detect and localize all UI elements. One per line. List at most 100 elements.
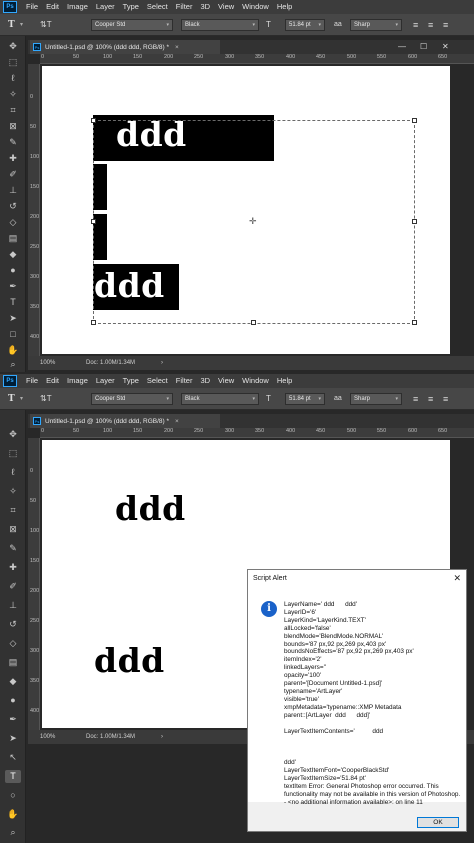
- path-select-tool-icon[interactable]: ➤: [5, 312, 21, 325]
- hand-tool-icon[interactable]: ✋: [5, 808, 21, 821]
- document-tab[interactable]: Ps Untitled-1.psd @ 100% (ddd ddd, RGB/8…: [30, 414, 220, 428]
- align-left-icon[interactable]: ≡: [413, 393, 418, 405]
- pen-tool-icon[interactable]: ✒: [5, 280, 21, 293]
- transform-handle[interactable]: [412, 219, 417, 224]
- font-size-select[interactable]: 51.84 pt ▾: [285, 393, 325, 405]
- text-layer-line-2[interactable]: ddd: [94, 644, 165, 677]
- dodge-tool-icon[interactable]: ●: [5, 264, 21, 277]
- menu-file[interactable]: File: [22, 374, 42, 388]
- font-style-select[interactable]: Black ▾: [181, 19, 259, 31]
- preset-caret-icon[interactable]: ▾: [20, 393, 23, 405]
- crop-tool-icon[interactable]: ⌗: [5, 104, 21, 117]
- menu-filter[interactable]: Filter: [172, 0, 197, 14]
- dialog-title-bar[interactable]: Script Alert ✕: [248, 570, 466, 587]
- menu-filter[interactable]: Filter: [172, 374, 197, 388]
- menu-help[interactable]: Help: [273, 374, 296, 388]
- align-center-icon[interactable]: ≡: [428, 19, 433, 31]
- text-orientation-icon[interactable]: ⇅T: [40, 393, 52, 405]
- status-arrow-icon[interactable]: ›: [161, 356, 163, 370]
- antialias-select[interactable]: Sharp ▾: [350, 393, 402, 405]
- brush-tool-icon[interactable]: ✐: [5, 168, 21, 181]
- menu-window[interactable]: Window: [238, 0, 273, 14]
- document-tab[interactable]: Ps Untitled-1.psd @ 100% (ddd ddd, RGB/8…: [30, 40, 220, 54]
- marquee-tool-icon[interactable]: ⬚: [5, 56, 21, 69]
- gradient-tool-icon[interactable]: ▤: [5, 656, 21, 669]
- history-brush-tool-icon[interactable]: ↺: [5, 618, 21, 631]
- align-right-icon[interactable]: ≡: [443, 393, 448, 405]
- gradient-tool-icon[interactable]: ▤: [5, 232, 21, 245]
- menu-view[interactable]: View: [214, 0, 238, 14]
- move-tool-icon[interactable]: ✥: [5, 428, 21, 441]
- menu-type[interactable]: Type: [119, 374, 143, 388]
- close-window-icon[interactable]: ✕: [442, 42, 449, 51]
- menu-select[interactable]: Select: [143, 374, 172, 388]
- text-layer-line-1[interactable]: ddd: [115, 492, 186, 525]
- minimize-icon[interactable]: —: [398, 42, 406, 51]
- eyedropper-tool-icon[interactable]: ✎: [5, 136, 21, 149]
- transform-handle[interactable]: [91, 118, 96, 123]
- healing-tool-icon[interactable]: ✚: [5, 152, 21, 165]
- text-orientation-icon[interactable]: ⇅T: [40, 19, 52, 31]
- transform-handle[interactable]: [412, 118, 417, 123]
- align-left-icon[interactable]: ≡: [413, 19, 418, 31]
- eraser-tool-icon[interactable]: ◇: [5, 637, 21, 650]
- eyedropper-tool-icon[interactable]: ✎: [5, 542, 21, 555]
- close-tab-icon[interactable]: ×: [175, 44, 179, 51]
- shape-tool-icon[interactable]: ○: [5, 789, 21, 802]
- menu-layer[interactable]: Layer: [92, 0, 119, 14]
- move-tool-icon[interactable]: ✥: [5, 40, 21, 53]
- font-family-select[interactable]: Cooper Std ▾: [91, 393, 173, 405]
- menu-file[interactable]: File: [22, 0, 42, 14]
- menu-edit[interactable]: Edit: [42, 374, 63, 388]
- healing-tool-icon[interactable]: ✚: [5, 561, 21, 574]
- dodge-tool-icon[interactable]: ●: [5, 694, 21, 707]
- menu-image[interactable]: Image: [63, 0, 92, 14]
- zoom-tool-icon[interactable]: ⌕: [5, 826, 21, 839]
- lasso-tool-icon[interactable]: ℓ: [5, 466, 21, 479]
- font-family-select[interactable]: Cooper Std ▾: [91, 19, 173, 31]
- align-right-icon[interactable]: ≡: [443, 19, 448, 31]
- type-tool-preset-icon[interactable]: T: [8, 19, 15, 31]
- menu-view[interactable]: View: [214, 374, 238, 388]
- path-select-tool-icon[interactable]: ➤: [5, 732, 21, 745]
- brush-tool-icon[interactable]: ✐: [5, 580, 21, 593]
- font-style-select[interactable]: Black ▾: [181, 393, 259, 405]
- marquee-tool-icon[interactable]: ⬚: [5, 447, 21, 460]
- maximize-icon[interactable]: ☐: [420, 42, 427, 51]
- lasso-tool-icon[interactable]: ℓ: [5, 72, 21, 85]
- magic-wand-tool-icon[interactable]: ✧: [5, 88, 21, 101]
- menu-edit[interactable]: Edit: [42, 0, 63, 14]
- menu-type[interactable]: Type: [119, 0, 143, 14]
- eraser-tool-icon[interactable]: ◇: [5, 216, 21, 229]
- menu-image[interactable]: Image: [63, 374, 92, 388]
- frame-tool-icon[interactable]: ⊠: [5, 523, 21, 536]
- crop-tool-icon[interactable]: ⌗: [5, 504, 21, 517]
- preset-caret-icon[interactable]: ▾: [20, 19, 23, 31]
- magic-wand-tool-icon[interactable]: ✧: [5, 485, 21, 498]
- canvas-area[interactable]: ddd ddd ✛: [40, 64, 474, 356]
- stamp-tool-icon[interactable]: ⊥: [5, 599, 21, 612]
- canvas[interactable]: ddd ddd ✛: [42, 66, 450, 354]
- transform-handle[interactable]: [91, 320, 96, 325]
- ok-button[interactable]: OK: [417, 817, 459, 828]
- close-icon[interactable]: ✕: [453, 570, 461, 587]
- type-tool-icon[interactable]: T: [5, 296, 21, 309]
- hand-tool-icon[interactable]: ✋: [5, 344, 21, 357]
- direct-select-tool-icon[interactable]: ↖: [5, 751, 21, 764]
- zoom-tool-icon[interactable]: ⌕: [5, 358, 21, 371]
- blur-tool-icon[interactable]: ◆: [5, 248, 21, 261]
- transform-handle[interactable]: [91, 219, 96, 224]
- pen-tool-icon[interactable]: ✒: [5, 713, 21, 726]
- blur-tool-icon[interactable]: ◆: [5, 675, 21, 688]
- status-arrow-icon[interactable]: ›: [161, 730, 163, 744]
- transform-handle[interactable]: [412, 320, 417, 325]
- type-tool-preset-icon[interactable]: T: [8, 393, 15, 405]
- stamp-tool-icon[interactable]: ⊥: [5, 184, 21, 197]
- menu-3d[interactable]: 3D: [196, 0, 214, 14]
- menu-help[interactable]: Help: [273, 0, 296, 14]
- font-size-select[interactable]: 51.84 pt ▾: [285, 19, 325, 31]
- history-brush-tool-icon[interactable]: ↺: [5, 200, 21, 213]
- zoom-level[interactable]: 100%: [40, 730, 55, 744]
- shape-tool-icon[interactable]: □: [5, 328, 21, 341]
- transform-handle[interactable]: [251, 320, 256, 325]
